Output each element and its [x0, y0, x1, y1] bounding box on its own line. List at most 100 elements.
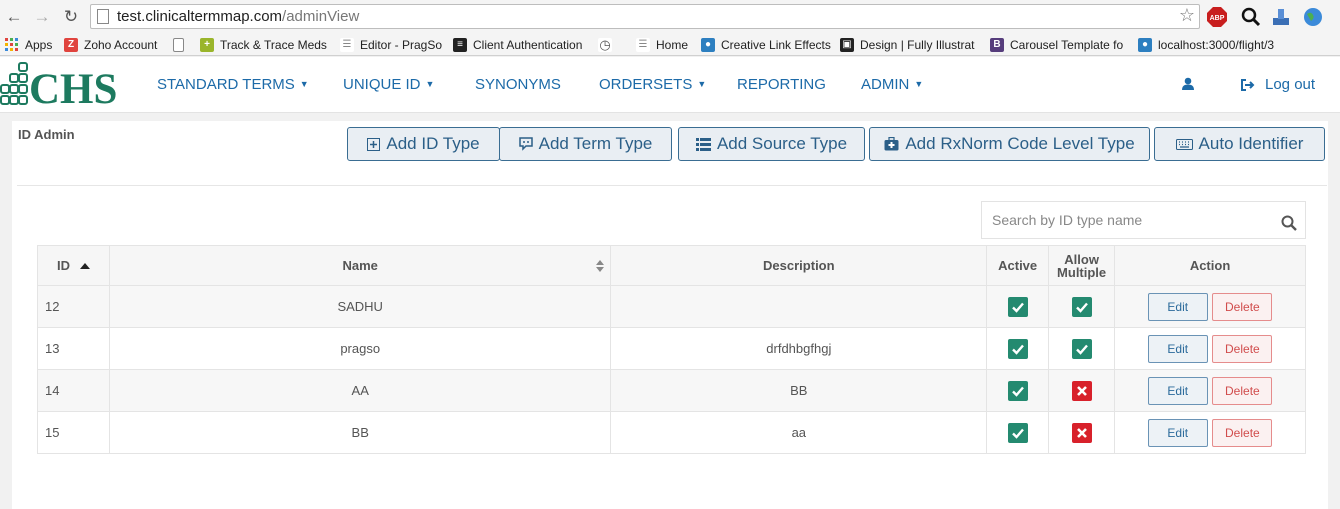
nav-admin[interactable]: ADMIN ▼: [861, 76, 923, 93]
page-icon: [97, 9, 109, 24]
back-arrow-icon[interactable]: ←: [3, 6, 25, 28]
column-header-allow-multiple: Allow Multiple: [1048, 245, 1116, 286]
cell-description: BB: [610, 369, 988, 412]
cell-allow-multiple: [1048, 411, 1116, 454]
add-source-type-button[interactable]: Add Source Type: [678, 127, 865, 161]
allow-multiple-x-icon: [1071, 380, 1092, 401]
cell-active: [986, 285, 1050, 328]
column-header-action: Action: [1114, 245, 1306, 286]
logout-link[interactable]: Log out: [1241, 76, 1315, 93]
nav-standard-terms[interactable]: STANDARD TERMS ▼: [157, 76, 309, 93]
svg-text:ABP: ABP: [1210, 15, 1225, 22]
chs-logo[interactable]: CHS: [0, 61, 130, 109]
adblock-icon[interactable]: ABP: [1206, 6, 1228, 28]
cell-description: drfdhbgfhgj: [610, 327, 988, 370]
app-navbar: CHS STANDARD TERMS ▼ UNIQUE ID ▼ SYNONYMS …: [0, 57, 1340, 113]
bootstrap-icon: B: [990, 37, 1004, 52]
keyboard-icon: [1175, 138, 1193, 150]
table-body: 12 SADHU Edit Delete 13 pragso drfdhbgfhgj Edi…: [37, 285, 1306, 454]
forward-arrow-icon[interactable]: →: [31, 6, 53, 28]
table-row: 14 AA BB Edit Delete: [37, 369, 1306, 412]
bookmark-zoho[interactable]: Z Zoho Account: [64, 36, 157, 53]
add-rxnorm-code-level-type-button[interactable]: Add RxNorm Code Level Type: [869, 127, 1150, 161]
svg-text:CHS: CHS: [29, 66, 117, 109]
reload-icon[interactable]: ↻: [60, 6, 82, 28]
medkit-icon: [884, 137, 899, 151]
auto-identifier-button[interactable]: Auto Identifier: [1154, 127, 1325, 161]
edit-button[interactable]: Edit: [1147, 334, 1208, 363]
bookmarks-bar: Apps Z Zoho Account + Track & Trace Meds ☰…: [0, 33, 1340, 56]
table-row: 13 pragso drfdhbgfhgj Edit Delete: [37, 327, 1306, 370]
edit-button[interactable]: Edit: [1147, 292, 1208, 321]
globe-icon: ●: [1138, 37, 1152, 52]
delete-button[interactable]: Delete: [1212, 292, 1273, 321]
list-icon: [695, 137, 711, 151]
panel-title: ID Admin: [18, 127, 75, 142]
table-row: 12 SADHU Edit Delete: [37, 285, 1306, 328]
cell-active: [986, 327, 1050, 370]
url-text: test.clinicaltermmap.com/adminView: [117, 8, 360, 25]
drop-icon: ●: [701, 37, 715, 52]
search-input[interactable]: [992, 210, 1272, 230]
cell-allow-multiple: [1048, 285, 1116, 328]
add-term-type-button[interactable]: Add Term Type: [499, 127, 672, 161]
bookmark-carousel[interactable]: B Carousel Template fo: [990, 36, 1123, 53]
browser-toolbar: ← → ↻ test.clinicaltermmap.com/adminView…: [0, 0, 1340, 33]
column-header-description: Description: [610, 245, 988, 286]
active-check-icon: [1007, 422, 1028, 443]
cell-id: 14: [37, 369, 110, 412]
bookmark-track-trace[interactable]: + Track & Trace Meds: [200, 36, 327, 53]
cell-id: 13: [37, 327, 110, 370]
nav-ordersets[interactable]: ORDERSETS ▼: [599, 76, 706, 93]
nav-reporting[interactable]: REPORTING: [737, 76, 826, 93]
magnifier-extension-icon[interactable]: [1240, 6, 1262, 28]
cell-id: 12: [37, 285, 110, 328]
search-icon[interactable]: [1281, 215, 1297, 231]
plus-icon: +: [200, 37, 214, 52]
caret-down-icon: ▼: [697, 79, 707, 89]
delete-button[interactable]: Delete: [1212, 376, 1273, 405]
monitor-icon: ▣: [840, 37, 854, 52]
cell-name: pragso: [108, 327, 612, 370]
user-icon[interactable]: [1181, 77, 1195, 91]
screen-extension-icon[interactable]: [1270, 6, 1292, 28]
column-header-id[interactable]: ID: [37, 245, 110, 286]
bookmark-client-auth[interactable]: ≡ Client Authentication: [453, 36, 582, 53]
bookmark-editor-pragso[interactable]: ☰ Editor - PragSo: [340, 36, 442, 53]
active-check-icon: [1007, 296, 1028, 317]
nav-unique-id[interactable]: UNIQUE ID ▼: [343, 76, 434, 93]
column-header-name[interactable]: Name: [108, 245, 612, 286]
bookmark-history[interactable]: ◷: [598, 36, 618, 53]
address-bar[interactable]: test.clinicaltermmap.com/adminView ☆: [90, 4, 1200, 29]
caret-down-icon: ▼: [299, 79, 309, 89]
bookmark-star-icon[interactable]: ☆: [1179, 5, 1195, 26]
delete-button[interactable]: Delete: [1212, 334, 1273, 363]
cell-active: [986, 369, 1050, 412]
plus-square-icon: [367, 137, 381, 151]
cell-action: Edit Delete: [1114, 369, 1306, 412]
allow-multiple-check-icon: [1071, 296, 1092, 317]
bookmark-localhost[interactable]: ● localhost:3000/flight/3: [1138, 36, 1274, 53]
delete-button[interactable]: Delete: [1212, 418, 1273, 447]
bookmark-apps[interactable]: Apps: [5, 36, 52, 53]
active-check-icon: [1007, 338, 1028, 359]
globe-extension-icon[interactable]: [1302, 6, 1324, 28]
sort-ascending-icon: [79, 263, 90, 269]
bookmark-design[interactable]: ▣ Design | Fully Illustrat: [840, 36, 975, 53]
bookmark-blank-page[interactable]: [173, 36, 190, 53]
active-check-icon: [1007, 380, 1028, 401]
table-row: 15 BB aa Edit Delete: [37, 411, 1306, 454]
lines-icon: ☰: [636, 37, 650, 52]
edit-button[interactable]: Edit: [1147, 418, 1208, 447]
bookmark-home[interactable]: ☰ Home: [636, 36, 688, 53]
nav-synonyms[interactable]: SYNONYMS: [475, 76, 561, 93]
sign-out-icon: [1241, 78, 1255, 91]
bookmark-creative-link[interactable]: ● Creative Link Effects: [701, 36, 831, 53]
zoho-icon: Z: [64, 37, 78, 52]
lines-icon: ☰: [340, 37, 354, 52]
add-id-type-button[interactable]: Add ID Type: [347, 127, 500, 161]
cell-name: BB: [108, 411, 612, 454]
allow-multiple-x-icon: [1071, 422, 1092, 443]
edit-button[interactable]: Edit: [1147, 376, 1208, 405]
cell-allow-multiple: [1048, 369, 1116, 412]
